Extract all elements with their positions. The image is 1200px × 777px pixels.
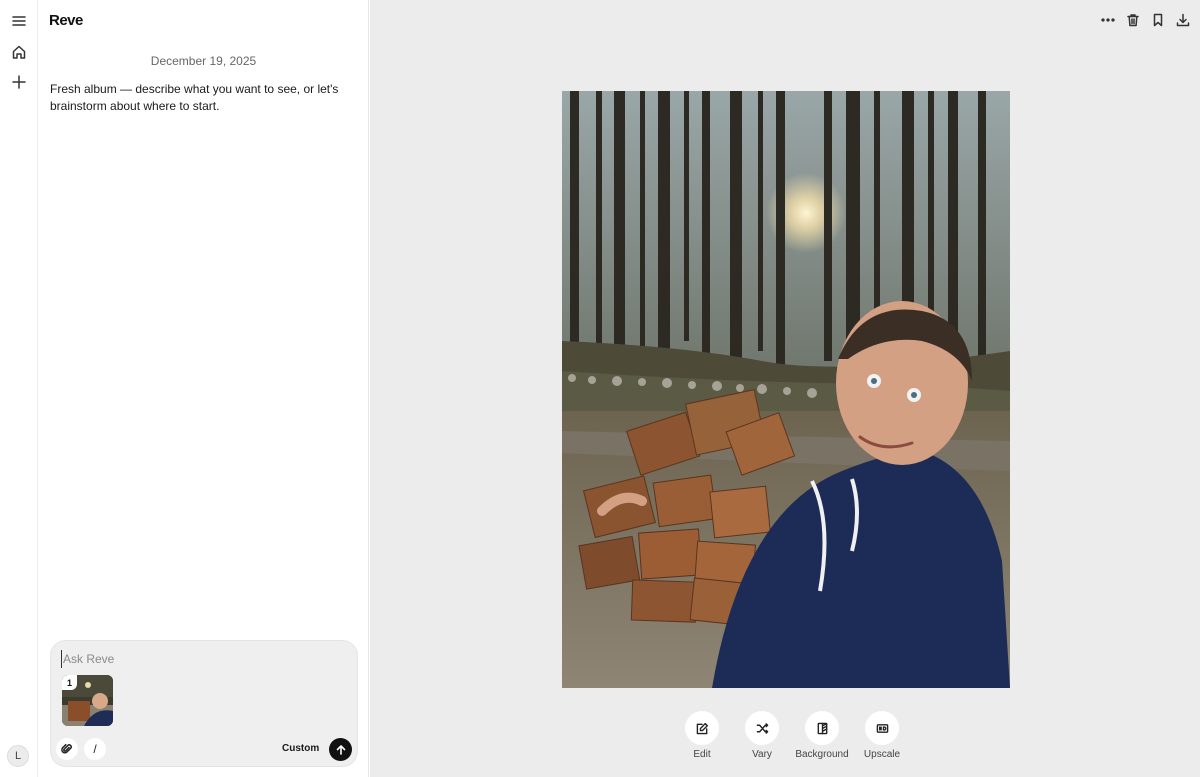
upscale-action[interactable]: Upscale bbox=[852, 711, 912, 760]
paperclip-icon bbox=[61, 743, 72, 754]
edit-label: Edit bbox=[693, 749, 711, 760]
upscale-icon bbox=[876, 723, 888, 733]
assistant-message: Fresh album — describe what you want to … bbox=[50, 82, 339, 113]
top-toolbar bbox=[1099, 10, 1191, 30]
background-label: Background bbox=[795, 749, 849, 760]
home-icon bbox=[12, 45, 26, 59]
image-actions: Edit Vary Background Upscale bbox=[672, 711, 912, 760]
attached-image-thumbnail[interactable]: 1 bbox=[62, 675, 113, 726]
home-button[interactable] bbox=[7, 40, 31, 64]
more-button[interactable] bbox=[1099, 10, 1116, 30]
brand-logo[interactable]: Reve bbox=[49, 12, 83, 29]
vary-button[interactable] bbox=[745, 711, 779, 745]
edit-action[interactable]: Edit bbox=[672, 711, 732, 760]
send-button[interactable] bbox=[329, 738, 352, 761]
upscale-label: Upscale bbox=[863, 749, 901, 760]
shuffle-icon bbox=[756, 722, 768, 734]
composer: 1 / Custom bbox=[50, 640, 358, 767]
plus-icon bbox=[12, 75, 26, 89]
slash-command-button[interactable]: / bbox=[84, 738, 106, 760]
trash-icon bbox=[1126, 14, 1139, 27]
attach-button[interactable] bbox=[56, 738, 78, 760]
background-icon bbox=[817, 722, 827, 734]
attachment-index-badge: 1 bbox=[62, 675, 77, 690]
menu-button[interactable] bbox=[7, 9, 31, 33]
generated-image[interactable] bbox=[562, 91, 1010, 688]
vary-label: Vary bbox=[752, 749, 772, 760]
background-action[interactable]: Background bbox=[792, 711, 852, 760]
ask-input[interactable] bbox=[61, 650, 341, 668]
new-album-button[interactable] bbox=[7, 70, 31, 94]
custom-mode-button[interactable]: Custom bbox=[282, 743, 319, 754]
background-button[interactable] bbox=[805, 711, 839, 745]
download-icon bbox=[1176, 13, 1189, 27]
avatar[interactable]: L bbox=[7, 745, 29, 767]
download-button[interactable] bbox=[1174, 10, 1191, 30]
app: L Reve December 19, 2025 Fresh album — d… bbox=[0, 0, 1200, 777]
arrow-up-icon bbox=[336, 744, 345, 755]
delete-button[interactable] bbox=[1124, 10, 1141, 30]
menu-icon bbox=[12, 16, 26, 26]
bookmark-button[interactable] bbox=[1149, 10, 1166, 30]
left-rail: L bbox=[0, 0, 38, 777]
vary-action[interactable]: Vary bbox=[732, 711, 792, 760]
photo-forest-firewood bbox=[562, 91, 1010, 688]
edit-icon bbox=[696, 722, 708, 734]
upscale-button[interactable] bbox=[865, 711, 899, 745]
bookmark-icon bbox=[1153, 13, 1162, 27]
chat-panel: Reve December 19, 2025 Fresh album — des… bbox=[38, 0, 369, 777]
more-icon bbox=[1100, 18, 1115, 22]
conversation-date: December 19, 2025 bbox=[150, 54, 257, 68]
edit-button[interactable] bbox=[685, 711, 719, 745]
image-canvas: Edit Vary Background Upscale bbox=[370, 0, 1200, 777]
